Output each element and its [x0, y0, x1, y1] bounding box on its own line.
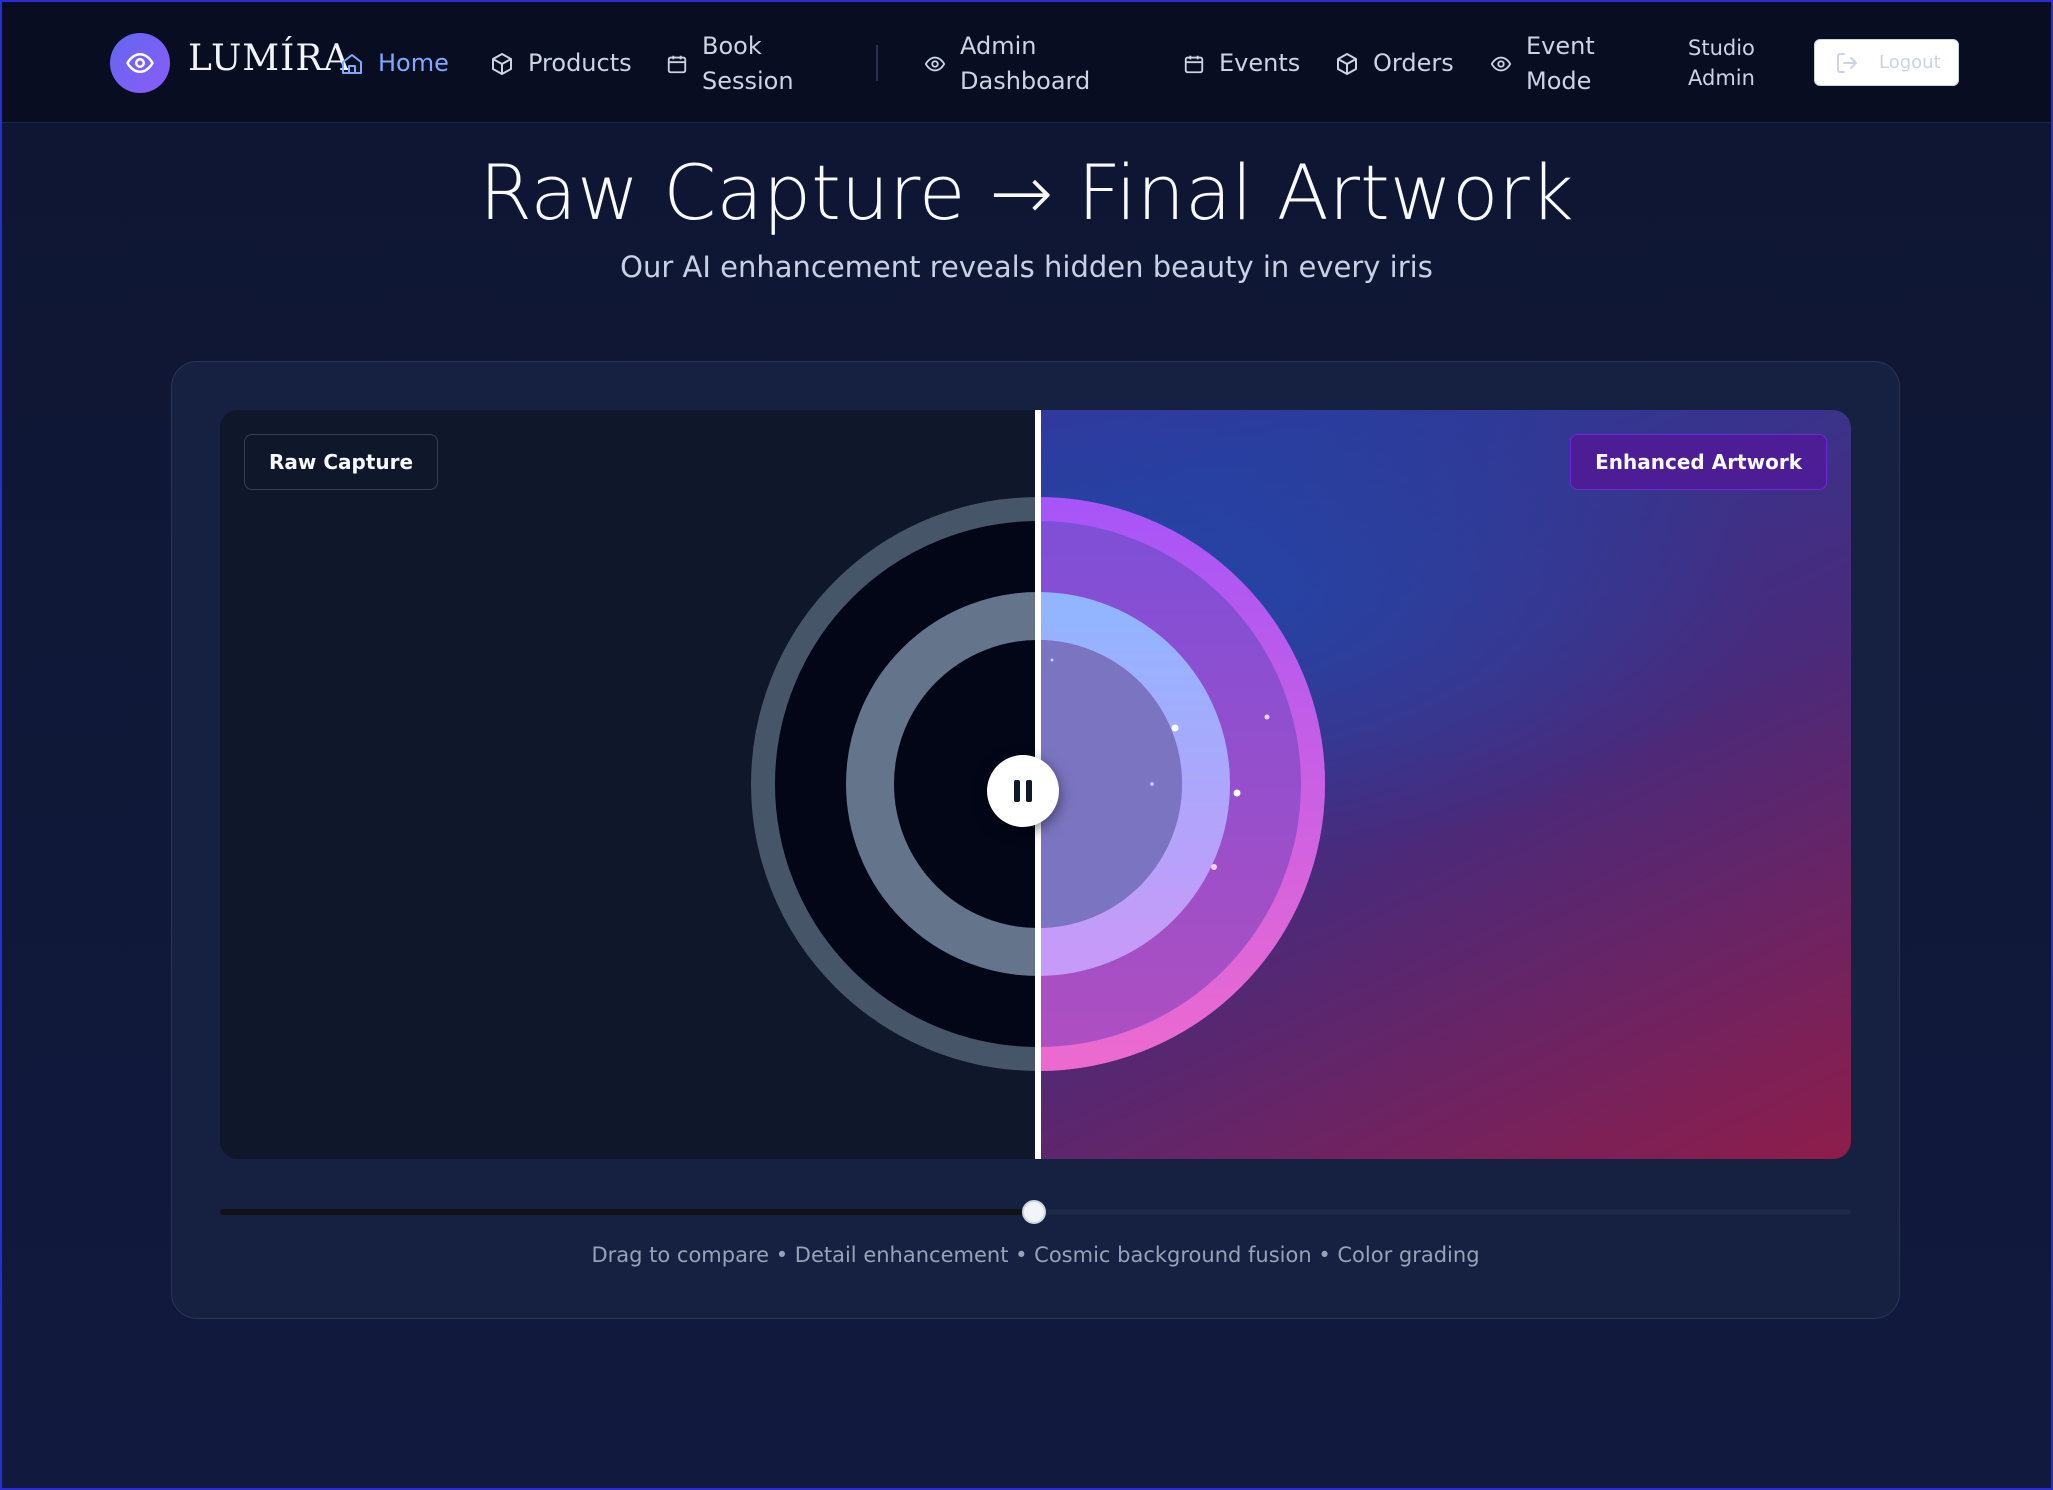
logo-badge[interactable] [110, 33, 170, 93]
nav-orders-label: Orders [1373, 49, 1454, 77]
nav-events[interactable]: Events [1183, 46, 1300, 81]
logout-button[interactable]: Logout [1814, 39, 1959, 86]
nav-events-label: Events [1219, 49, 1301, 77]
compare-slider[interactable] [220, 1200, 1851, 1224]
compare-drag-handle[interactable] [987, 755, 1059, 827]
pause-icon-bar [1026, 780, 1032, 802]
nav-event-mode[interactable]: Event Mode [1490, 29, 1595, 99]
box-icon [1337, 52, 1357, 75]
nav-book-session-label: Book Session [702, 32, 794, 95]
raw-capture-label: Raw Capture [244, 434, 439, 490]
nav-admin-dashboard[interactable]: Admin Dashboard [924, 29, 1090, 99]
calendar-icon [1184, 55, 1204, 73]
logout-icon [1837, 52, 1857, 73]
page-subtitle: Our AI enhancement reveals hidden beauty… [620, 250, 1433, 284]
nav-products-label: Products [528, 49, 632, 77]
app-window: LUMÍRA Home Products Book Session Admin … [0, 0, 2053, 1490]
nav-admin-dashboard-label: Admin Dashboard [960, 32, 1091, 95]
user-name: Studio Admin [1688, 36, 1755, 90]
pause-icon-bar [1014, 780, 1020, 802]
top-nav: LUMÍRA Home Products Book Session Admin … [2, 2, 2051, 123]
nav-event-mode-label: Event Mode [1526, 32, 1595, 95]
compare-caption: Drag to compare • Detail enhancement • C… [591, 1243, 1480, 1267]
compare-card: Raw Capture Enhanced Artwork Drag to com… [171, 361, 1900, 1319]
brand-name[interactable]: LUMÍRA [188, 38, 350, 79]
nav-home[interactable]: Home [340, 46, 449, 81]
nav-home-label: Home [378, 49, 449, 77]
home-icon [342, 53, 362, 74]
eye-icon [924, 56, 946, 72]
eye-icon [126, 53, 154, 73]
page-title: Raw Capture → Final Artwork [479, 148, 1574, 237]
box-icon [492, 52, 512, 75]
calendar-icon [667, 55, 687, 74]
compare-stage[interactable]: Raw Capture Enhanced Artwork [220, 410, 1851, 1159]
nav-products[interactable]: Products [490, 46, 632, 81]
slider-thumb[interactable] [1022, 1200, 1046, 1224]
nav-divider [876, 45, 878, 81]
eye-icon [1490, 56, 1512, 72]
enhanced-artwork-label: Enhanced Artwork [1570, 434, 1827, 490]
logout-label: Logout [1879, 52, 1941, 73]
nav-book-session[interactable]: Book Session [666, 29, 794, 99]
nav-orders[interactable]: Orders [1335, 46, 1454, 81]
